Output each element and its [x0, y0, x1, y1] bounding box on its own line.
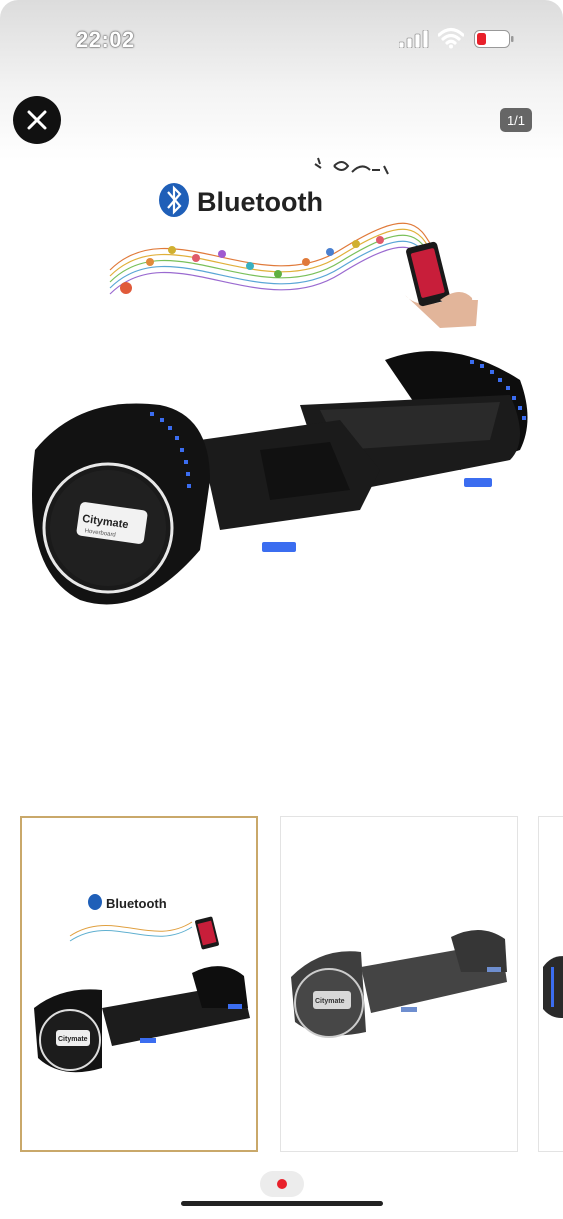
thumbnail-3[interactable]	[538, 816, 563, 1152]
status-time: 22:02	[76, 27, 135, 52]
bluetooth-label: Bluetooth	[197, 187, 323, 217]
thumbnail-image: Bluetooth Citymate	[34, 894, 250, 1073]
image-viewer-screen: 22:02 1/1 Bluetooth Citymate Hoverboard …	[0, 0, 563, 1219]
close-button[interactable]	[13, 96, 61, 144]
page-indicator-dot-active	[277, 1179, 287, 1189]
hoverboard-illustration: Citymate Hoverboard	[32, 351, 528, 605]
wifi-icon	[438, 27, 464, 49]
thumb-bluetooth-label: Bluetooth	[106, 896, 167, 911]
thumbnail-image: Citymate	[291, 929, 507, 1038]
thumb-logo-text: Citymate	[58, 1036, 88, 1043]
home-indicator[interactable]	[181, 1201, 383, 1206]
thumbnail-1-selected[interactable]: Bluetooth Citymate	[20, 816, 258, 1152]
product-image[interactable]: Bluetooth Citymate Hoverboard	[0, 150, 563, 800]
smartphone-illustration	[405, 241, 478, 328]
image-counter: 1/1	[500, 108, 532, 132]
top-gradient	[0, 0, 563, 160]
thumb-logo-text: Citymate	[315, 998, 345, 1005]
bluetooth-banner: Bluetooth	[159, 157, 389, 217]
close-icon	[27, 110, 47, 130]
music-notes-illustration	[109, 222, 441, 295]
thumbnail-image	[543, 956, 563, 1018]
battery-low-icon	[474, 30, 514, 48]
thumbnail-2[interactable]: Citymate	[280, 816, 518, 1152]
page-indicator[interactable]	[260, 1171, 304, 1197]
signal-icon	[399, 30, 429, 48]
